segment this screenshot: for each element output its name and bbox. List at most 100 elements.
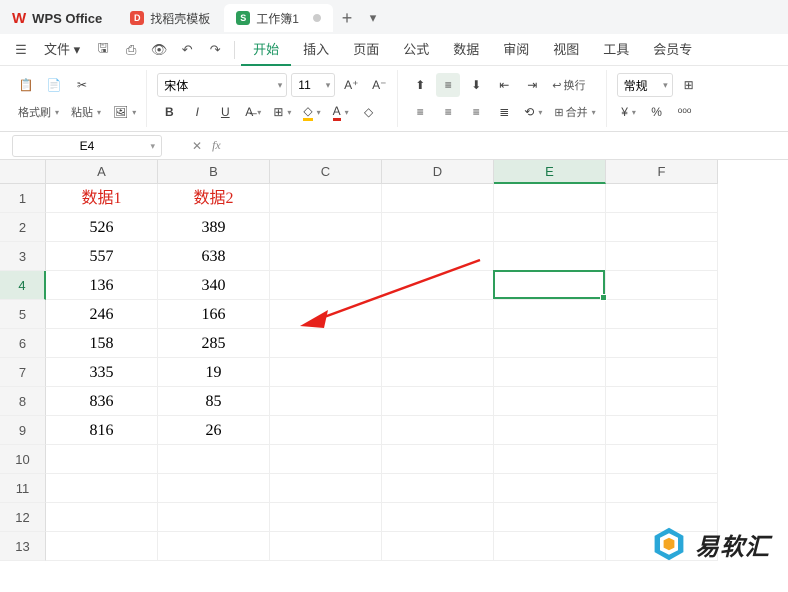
cell-D1[interactable] [382,184,494,213]
cell-E11[interactable] [494,474,606,503]
col-header-D[interactable]: D [382,160,494,184]
cell-D10[interactable] [382,445,494,474]
preview-icon[interactable]: 👁 [146,38,172,62]
cell-C8[interactable] [270,387,382,416]
row-header-7[interactable]: 7 [0,358,46,387]
justify-icon[interactable]: ≣ [492,100,516,124]
undo-icon[interactable]: ↶ [174,38,200,62]
currency-icon[interactable]: ¥ [617,100,641,124]
row-header-2[interactable]: 2 [0,213,46,242]
clear-format-icon[interactable]: ◇ [357,100,381,124]
cell-D4[interactable] [382,271,494,300]
save-icon[interactable]: 🖫 [90,38,116,62]
fx-icon[interactable]: fx [212,138,221,153]
row-header-13[interactable]: 13 [0,532,46,561]
cell-B5[interactable]: 166 [158,300,270,329]
select-all-corner[interactable] [0,160,46,184]
fill-color-button[interactable]: ◇ [299,100,324,124]
col-header-F[interactable]: F [606,160,718,184]
row-header-9[interactable]: 9 [0,416,46,445]
menu-tab-工具[interactable]: 工具 [591,34,641,66]
copy-icon[interactable]: 📄 [42,73,66,97]
cell-C1[interactable] [270,184,382,213]
menu-tab-插入[interactable]: 插入 [291,34,341,66]
cell-C4[interactable] [270,271,382,300]
cell-C9[interactable] [270,416,382,445]
cell-A5[interactable]: 246 [46,300,158,329]
cell-B7[interactable]: 19 [158,358,270,387]
cell-A4[interactable]: 136 [46,271,158,300]
wrap-button[interactable]: ↩换行 [548,73,589,97]
orientation-icon[interactable]: ⟲ [520,100,546,124]
cell-E10[interactable] [494,445,606,474]
cell-B13[interactable] [158,532,270,561]
menu-tab-审阅[interactable]: 审阅 [491,34,541,66]
cell-E4[interactable] [494,271,606,300]
cell-A10[interactable] [46,445,158,474]
tab-add-button[interactable]: + [335,8,359,29]
cell-E13[interactable] [494,532,606,561]
align-top-icon[interactable]: ⬆ [408,73,432,97]
cell-F5[interactable] [606,300,718,329]
cell-D5[interactable] [382,300,494,329]
tab-template[interactable]: D 找稻壳模板 [118,4,222,32]
cell-C13[interactable] [270,532,382,561]
font-color-button[interactable]: A [329,100,353,124]
formula-input[interactable] [231,136,408,156]
clipboard-more[interactable]: 🖼 [109,100,140,124]
row-header-4[interactable]: 4 [0,271,46,300]
menu-icon[interactable]: ☰ [8,38,34,62]
cell-D8[interactable] [382,387,494,416]
cancel-icon[interactable]: ✕ [192,139,202,153]
cell-A3[interactable]: 557 [46,242,158,271]
cell-F1[interactable] [606,184,718,213]
cell-C6[interactable] [270,329,382,358]
cell-B1[interactable]: 数据2 [158,184,270,213]
cell-D13[interactable] [382,532,494,561]
cell-F3[interactable] [606,242,718,271]
cells-grid[interactable]: 数据1数据25263895576381363402461661582853351… [46,184,718,561]
cell-A8[interactable]: 836 [46,387,158,416]
menu-tab-视图[interactable]: 视图 [541,34,591,66]
align-left-icon[interactable]: ≡ [408,100,432,124]
indent-dec-icon[interactable]: ⇤ [492,73,516,97]
file-menu[interactable]: 文件 ▾ [36,34,88,66]
menu-tab-公式[interactable]: 公式 [391,34,441,66]
row-header-12[interactable]: 12 [0,503,46,532]
font-size-select[interactable]: 11 [291,73,335,97]
paste-icon[interactable]: 📋 [14,73,38,97]
cell-B8[interactable]: 85 [158,387,270,416]
cell-C11[interactable] [270,474,382,503]
align-middle-icon[interactable]: ≡ [436,73,460,97]
cell-B3[interactable]: 638 [158,242,270,271]
bold-button[interactable]: B [157,100,181,124]
cell-F4[interactable] [606,271,718,300]
cell-F10[interactable] [606,445,718,474]
align-bottom-icon[interactable]: ⬇ [464,73,488,97]
number-format-select[interactable]: 常规 [617,73,673,97]
cell-D12[interactable] [382,503,494,532]
row-header-1[interactable]: 1 [0,184,46,213]
cell-A6[interactable]: 158 [46,329,158,358]
name-box[interactable]: E4 [12,135,162,157]
menu-tab-页面[interactable]: 页面 [341,34,391,66]
col-header-A[interactable]: A [46,160,158,184]
align-right-icon[interactable]: ≡ [464,100,488,124]
cell-E9[interactable] [494,416,606,445]
row-header-10[interactable]: 10 [0,445,46,474]
tab-workbook[interactable]: S 工作簿1 [224,4,333,32]
strikethrough-button[interactable]: A̶ [241,100,265,124]
cell-B4[interactable]: 340 [158,271,270,300]
underline-button[interactable]: U [213,100,237,124]
cell-F6[interactable] [606,329,718,358]
cell-D2[interactable] [382,213,494,242]
cut-icon[interactable]: ✂ [70,73,94,97]
row-header-3[interactable]: 3 [0,242,46,271]
cell-E5[interactable] [494,300,606,329]
cell-D7[interactable] [382,358,494,387]
paste-button[interactable]: 粘贴 [67,100,105,124]
cell-D11[interactable] [382,474,494,503]
cell-B6[interactable]: 285 [158,329,270,358]
cell-A11[interactable] [46,474,158,503]
row-header-8[interactable]: 8 [0,387,46,416]
